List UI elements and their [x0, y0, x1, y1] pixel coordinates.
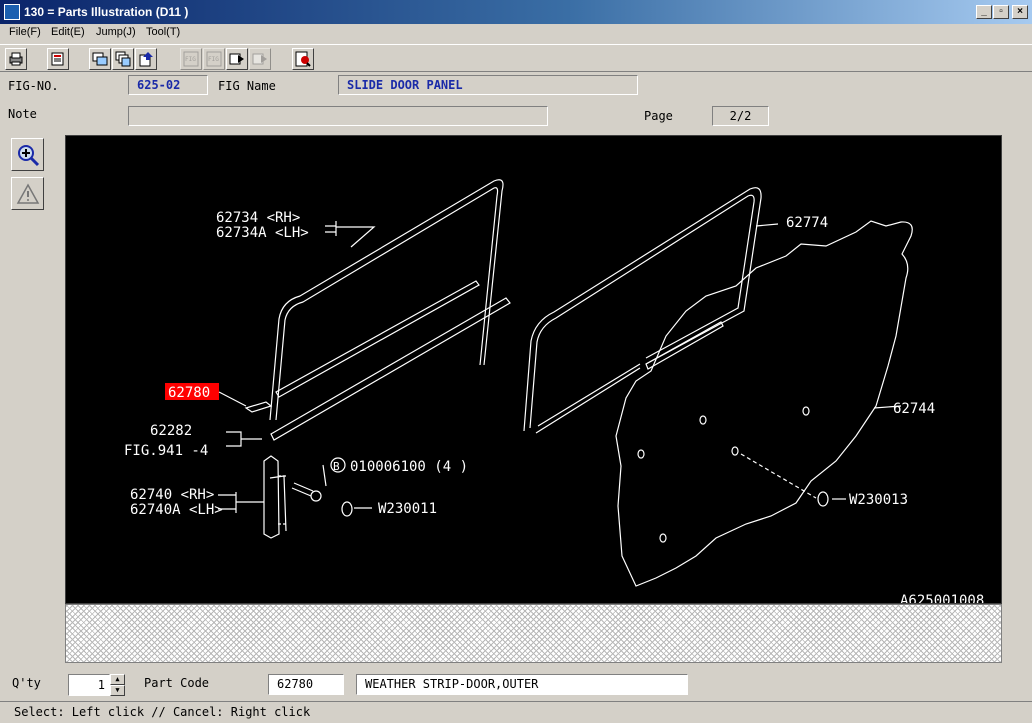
callout-w230013[interactable]: W230013	[849, 492, 908, 508]
part-code-label: Part Code	[144, 676, 210, 690]
note-label: Note	[8, 107, 37, 121]
copy-screens-icon	[115, 51, 131, 67]
minimize-button[interactable]: _	[976, 5, 992, 19]
qty-stepper[interactable]: 1 ▲ ▼	[68, 674, 125, 696]
status-text: Select: Left click // Cancel: Right clic…	[14, 705, 311, 719]
window-back-icon	[229, 53, 244, 65]
fig-search-button[interactable]	[292, 48, 314, 70]
bolt-symbol-letter: B	[333, 460, 340, 473]
fig-back-button[interactable]: FIG	[180, 48, 202, 70]
zoom-in-button[interactable]	[11, 138, 44, 171]
fig-no-label: FIG-NO.	[8, 79, 59, 93]
fig-name-label: FIG Name	[218, 79, 276, 93]
strip-62282[interactable]	[270, 297, 511, 441]
page-up-icon	[139, 52, 153, 67]
fig-back-icon: FIG	[183, 51, 199, 67]
window-forward-icon	[252, 53, 267, 65]
svg-text:FIG: FIG	[185, 56, 196, 63]
callout-62780[interactable]: 62780	[168, 385, 210, 401]
door-trim-62744[interactable]	[615, 220, 913, 587]
callout-62734[interactable]: 62734 <RH>	[216, 210, 300, 226]
handle-62740[interactable]	[263, 455, 280, 539]
clip-w230013[interactable]	[817, 491, 829, 507]
warning-button[interactable]	[11, 177, 44, 210]
part-code-field[interactable]: 62780	[268, 674, 344, 695]
frame-strip-62734[interactable]	[269, 179, 504, 421]
window-back-button[interactable]	[226, 48, 248, 70]
hatched-area	[65, 604, 1002, 663]
screen-icon	[92, 52, 108, 66]
callout-62734a[interactable]: 62734A <LH>	[216, 225, 309, 241]
page-field: 2/2	[712, 106, 769, 126]
note-field	[128, 106, 548, 126]
parts-illustration[interactable]: B 62734 <RH> 62734A <LH> 62774 62780 622…	[65, 135, 1002, 604]
zoom-in-icon	[18, 145, 40, 167]
book-icon	[51, 52, 64, 66]
window-forward-button[interactable]	[249, 48, 271, 70]
menu-tool[interactable]: Tool(T)	[146, 26, 180, 38]
fig-name-field: SLIDE DOOR PANEL	[338, 75, 638, 95]
page-up-button[interactable]	[135, 48, 157, 70]
maximize-button[interactable]: ▫	[993, 5, 1009, 19]
callout-w230011[interactable]: W230011	[378, 501, 437, 517]
fig-search-icon	[295, 51, 311, 67]
app-icon	[4, 4, 20, 20]
toolbar: FIG FIG	[0, 44, 1032, 72]
page-label: Page	[644, 109, 673, 123]
qty-down-arrow-icon[interactable]: ▼	[110, 685, 125, 696]
close-button[interactable]: ×	[1012, 5, 1028, 19]
title-bar: 130 = Parts Illustration (D11 ) _ ▫ ×	[0, 0, 1032, 24]
callout-62744[interactable]: 62744	[893, 401, 935, 417]
fig-no-field: 625-02	[128, 75, 208, 95]
callout-62774[interactable]: 62774	[786, 215, 828, 231]
print-button[interactable]	[5, 48, 27, 70]
callout-62740[interactable]: 62740 <RH>	[130, 487, 214, 503]
copy-screens-button[interactable]	[112, 48, 134, 70]
callout-62282[interactable]: 62282	[150, 423, 192, 439]
screw-010006100[interactable]	[310, 490, 322, 502]
svg-text:FIG: FIG	[208, 56, 219, 63]
part-name-field: WEATHER STRIP-DOOR,OUTER	[356, 674, 688, 695]
qty-label: Q'ty	[12, 676, 41, 690]
glass-strip-62774[interactable]	[523, 187, 762, 434]
illustration-drawing[interactable]: B 62734 <RH> 62734A <LH> 62774 62780 622…	[66, 136, 1002, 604]
callout-bolt[interactable]: 010006100 (4 )	[350, 459, 468, 475]
menu-file[interactable]: File(F)	[9, 26, 41, 38]
clip-w230011[interactable]	[341, 501, 353, 517]
qty-up-arrow-icon[interactable]: ▲	[110, 674, 125, 685]
book-button[interactable]	[47, 48, 69, 70]
callout-fig941[interactable]: FIG.941 -4	[124, 443, 208, 459]
print-icon	[9, 52, 23, 66]
menu-edit[interactable]: Edit(E)	[51, 26, 85, 38]
screen-button[interactable]	[89, 48, 111, 70]
menu-jump[interactable]: Jump(J)	[96, 26, 136, 38]
menu-bar: File(F) Edit(E) Jump(J) Tool(T)	[0, 24, 1032, 42]
qty-input[interactable]: 1	[68, 674, 110, 696]
callout-62740a[interactable]: 62740A <LH>	[130, 502, 223, 518]
warning-icon	[16, 183, 40, 204]
fig-forward-button[interactable]: FIG	[203, 48, 225, 70]
illustration-id: A625001008	[900, 593, 984, 604]
window-title: 130 = Parts Illustration (D11 )	[24, 5, 189, 19]
status-bar: Select: Left click // Cancel: Right clic…	[0, 701, 1032, 723]
fig-forward-icon: FIG	[206, 51, 222, 67]
